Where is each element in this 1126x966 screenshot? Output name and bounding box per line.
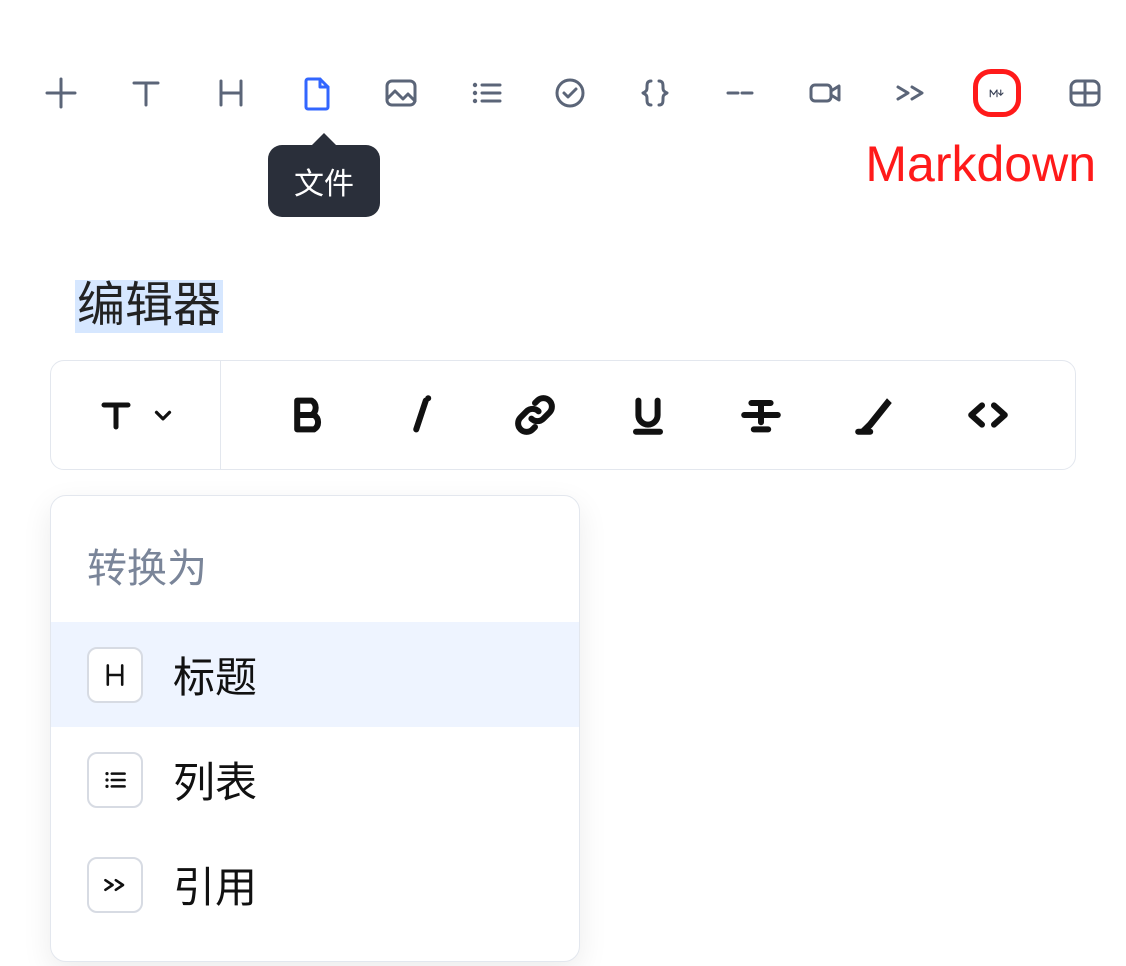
markdown-button[interactable] [973, 69, 1021, 117]
popup-item-label: 标题 [173, 644, 257, 705]
quote-icon [87, 857, 143, 913]
add-button[interactable] [40, 69, 83, 117]
strikethrough-button[interactable] [731, 385, 791, 445]
convert-to-list[interactable]: 列表 [51, 727, 579, 832]
link-icon [511, 391, 559, 439]
selected-text: 编辑器 [75, 280, 223, 333]
highlight-icon [851, 391, 899, 439]
braces-icon [635, 73, 675, 113]
code-icon [964, 391, 1012, 439]
check-circle-icon [550, 73, 590, 113]
text-icon [96, 395, 136, 435]
heading-button[interactable] [210, 69, 253, 117]
popup-item-label: 列表 [173, 749, 257, 810]
editor-content[interactable]: 编辑器 [75, 280, 223, 333]
file-tooltip: 文件 [268, 145, 380, 217]
divider-button[interactable] [719, 69, 762, 117]
heading-icon [87, 647, 143, 703]
plus-icon [41, 73, 81, 113]
chevron-down-icon [150, 402, 176, 428]
highlight-button[interactable] [845, 385, 905, 445]
task-button[interactable] [549, 69, 592, 117]
file-button[interactable] [294, 69, 337, 117]
popup-item-label: 引用 [173, 854, 257, 915]
block-type-dropdown[interactable] [51, 361, 221, 469]
dash-icon [720, 73, 760, 113]
list-icon [466, 73, 506, 113]
italic-button[interactable] [391, 385, 451, 445]
block-insert-toolbar [40, 58, 1106, 128]
bold-button[interactable] [278, 385, 338, 445]
list-button[interactable] [464, 69, 507, 117]
heading-icon [211, 73, 251, 113]
convert-to-quote[interactable]: 引用 [51, 832, 579, 937]
markdown-annotation: Markdown [865, 135, 1096, 193]
text-icon [126, 73, 166, 113]
quote-button[interactable] [888, 69, 931, 117]
inline-code-button[interactable] [958, 385, 1018, 445]
table-icon [1065, 73, 1105, 113]
inline-format-toolbar [50, 360, 1076, 470]
list-icon [87, 752, 143, 808]
image-icon [381, 73, 421, 113]
markdown-icon [988, 73, 1006, 113]
video-icon [805, 73, 845, 113]
text-button[interactable] [125, 69, 168, 117]
video-button[interactable] [803, 69, 846, 117]
code-block-button[interactable] [634, 69, 677, 117]
underline-icon [624, 391, 672, 439]
strikethrough-icon [737, 391, 785, 439]
italic-icon [397, 391, 445, 439]
table-button[interactable] [1063, 69, 1106, 117]
quote-icon [890, 73, 930, 113]
file-icon [296, 73, 336, 113]
underline-button[interactable] [618, 385, 678, 445]
link-button[interactable] [505, 385, 565, 445]
bold-icon [284, 391, 332, 439]
image-button[interactable] [379, 69, 422, 117]
popup-title: 转换为 [51, 520, 579, 622]
convert-to-popup: 转换为 标题 列表 引用 [50, 495, 580, 962]
convert-to-heading[interactable]: 标题 [51, 622, 579, 727]
